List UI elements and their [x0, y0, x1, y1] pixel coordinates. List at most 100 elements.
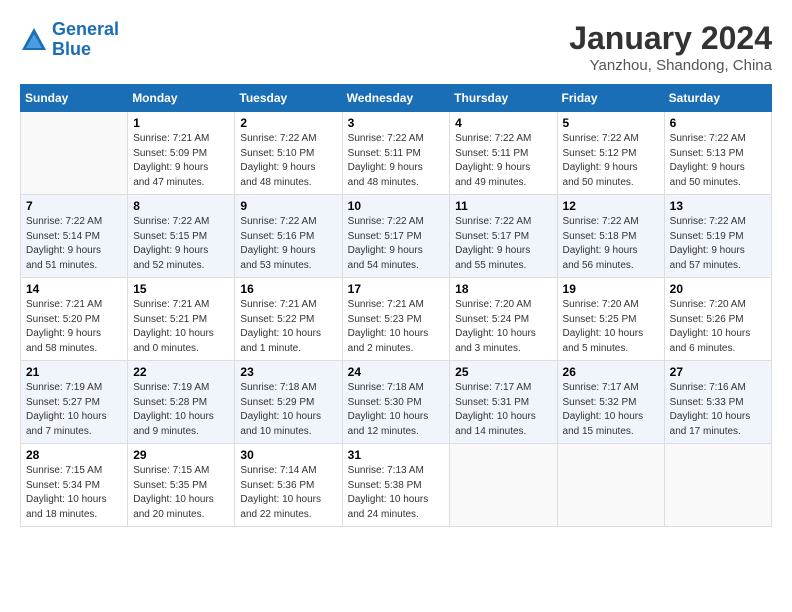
calendar-cell: 6Sunrise: 7:22 AM Sunset: 5:13 PM Daylig… — [664, 112, 771, 195]
week-row-4: 21 Sunrise: 7:19 AM Sunset: 5:27 PM Dayli… — [21, 361, 772, 444]
calendar-cell: 14 Sunrise: 7:21 AM Sunset: 5:20 PM Dayli… — [21, 278, 128, 361]
calendar-cell: 26 Sunrise: 7:17 AM Sunset: 5:32 PM Dayli… — [557, 361, 664, 444]
day-number: 19 — [563, 282, 659, 296]
calendar-cell: 30 Sunrise: 7:14 AM Sunset: 5:36 PM Dayli… — [235, 444, 342, 527]
day-info: Sunrise: 7:17 AM Sunset: 5:32 PM Dayligh… — [563, 381, 659, 439]
calendar-cell: 20 Sunrise: 7:20 AM Sunset: 5:26 PM Dayli… — [664, 278, 771, 361]
calendar-cell: 4Sunrise: 7:22 AM Sunset: 5:11 PM Daylig… — [450, 112, 557, 195]
week-row-1: 1Sunrise: 7:21 AM Sunset: 5:09 PM Daylig… — [21, 112, 772, 195]
day-info: Sunrise: 7:17 AM Sunset: 5:31 PM Dayligh… — [455, 381, 551, 439]
logo-text: General Blue — [52, 20, 119, 60]
calendar-cell: 17 Sunrise: 7:21 AM Sunset: 5:23 PM Dayli… — [342, 278, 450, 361]
day-number: 25 — [455, 365, 551, 379]
day-number: 8 — [133, 199, 229, 213]
calendar-cell: 21 Sunrise: 7:19 AM Sunset: 5:27 PM Dayli… — [21, 361, 128, 444]
day-number: 11 — [455, 199, 551, 213]
calendar-cell: 5Sunrise: 7:22 AM Sunset: 5:12 PM Daylig… — [557, 112, 664, 195]
month-title: January 2024 — [569, 20, 772, 57]
calendar-cell: 18 Sunrise: 7:20 AM Sunset: 5:24 PM Dayli… — [450, 278, 557, 361]
weekday-header-thursday: Thursday — [450, 85, 557, 112]
day-number: 10 — [348, 199, 445, 213]
day-info: Sunrise: 7:19 AM Sunset: 5:28 PM Dayligh… — [133, 381, 229, 439]
day-number: 29 — [133, 448, 229, 462]
calendar-cell: 19Sunrise: 7:20 AM Sunset: 5:25 PM Dayli… — [557, 278, 664, 361]
day-info: Sunrise: 7:14 AM Sunset: 5:36 PM Dayligh… — [240, 464, 336, 522]
day-number: 30 — [240, 448, 336, 462]
logo-icon — [20, 26, 48, 54]
day-info: Sunrise: 7:20 AM Sunset: 5:26 PM Dayligh… — [670, 298, 766, 356]
day-info: Sunrise: 7:20 AM Sunset: 5:24 PM Dayligh… — [455, 298, 551, 356]
day-info: Sunrise: 7:22 AM Sunset: 5:14 PM Dayligh… — [26, 215, 122, 273]
weekday-header-row: SundayMondayTuesdayWednesdayThursdayFrid… — [21, 85, 772, 112]
weekday-header-tuesday: Tuesday — [235, 85, 342, 112]
page-header: General Blue January 2024 Yanzhou, Shand… — [20, 20, 772, 74]
day-number: 15 — [133, 282, 229, 296]
day-number: 28 — [26, 448, 122, 462]
calendar-cell: 12Sunrise: 7:22 AM Sunset: 5:18 PM Dayli… — [557, 195, 664, 278]
day-info: Sunrise: 7:21 AM Sunset: 5:21 PM Dayligh… — [133, 298, 229, 356]
day-info: Sunrise: 7:22 AM Sunset: 5:11 PM Dayligh… — [348, 132, 445, 190]
day-info: Sunrise: 7:22 AM Sunset: 5:11 PM Dayligh… — [455, 132, 551, 190]
day-number: 22 — [133, 365, 229, 379]
week-row-5: 28 Sunrise: 7:15 AM Sunset: 5:34 PM Dayli… — [21, 444, 772, 527]
day-info: Sunrise: 7:18 AM Sunset: 5:30 PM Dayligh… — [348, 381, 445, 439]
location: Yanzhou, Shandong, China — [569, 57, 772, 74]
calendar-cell: 27 Sunrise: 7:16 AM Sunset: 5:33 PM Dayli… — [664, 361, 771, 444]
day-info: Sunrise: 7:21 AM Sunset: 5:20 PM Dayligh… — [26, 298, 122, 356]
day-info: Sunrise: 7:22 AM Sunset: 5:17 PM Dayligh… — [455, 215, 551, 273]
day-info: Sunrise: 7:22 AM Sunset: 5:17 PM Dayligh… — [348, 215, 445, 273]
weekday-header-saturday: Saturday — [664, 85, 771, 112]
calendar-cell: 10 Sunrise: 7:22 AM Sunset: 5:17 PM Dayli… — [342, 195, 450, 278]
calendar-cell: 25 Sunrise: 7:17 AM Sunset: 5:31 PM Dayli… — [450, 361, 557, 444]
day-info: Sunrise: 7:21 AM Sunset: 5:09 PM Dayligh… — [133, 132, 229, 190]
day-number: 3 — [348, 116, 445, 130]
calendar-cell — [450, 444, 557, 527]
title-area: January 2024 Yanzhou, Shandong, China — [569, 20, 772, 74]
day-number: 14 — [26, 282, 122, 296]
day-info: Sunrise: 7:22 AM Sunset: 5:18 PM Dayligh… — [563, 215, 659, 273]
weekday-header-monday: Monday — [128, 85, 235, 112]
day-number: 24 — [348, 365, 445, 379]
weekday-header-wednesday: Wednesday — [342, 85, 450, 112]
day-info: Sunrise: 7:22 AM Sunset: 5:15 PM Dayligh… — [133, 215, 229, 273]
calendar-cell: 29 Sunrise: 7:15 AM Sunset: 5:35 PM Dayli… — [128, 444, 235, 527]
week-row-3: 14 Sunrise: 7:21 AM Sunset: 5:20 PM Dayli… — [21, 278, 772, 361]
day-number: 23 — [240, 365, 336, 379]
day-info: Sunrise: 7:21 AM Sunset: 5:23 PM Dayligh… — [348, 298, 445, 356]
day-info: Sunrise: 7:15 AM Sunset: 5:34 PM Dayligh… — [26, 464, 122, 522]
calendar-cell: 16 Sunrise: 7:21 AM Sunset: 5:22 PM Dayli… — [235, 278, 342, 361]
day-number: 27 — [670, 365, 766, 379]
day-number: 26 — [563, 365, 659, 379]
day-info: Sunrise: 7:22 AM Sunset: 5:10 PM Dayligh… — [240, 132, 336, 190]
day-number: 16 — [240, 282, 336, 296]
day-info: Sunrise: 7:16 AM Sunset: 5:33 PM Dayligh… — [670, 381, 766, 439]
day-number: 20 — [670, 282, 766, 296]
calendar-cell: 9 Sunrise: 7:22 AM Sunset: 5:16 PM Daylig… — [235, 195, 342, 278]
day-number: 17 — [348, 282, 445, 296]
calendar-cell — [21, 112, 128, 195]
week-row-2: 7Sunrise: 7:22 AM Sunset: 5:14 PM Daylig… — [21, 195, 772, 278]
weekday-header-friday: Friday — [557, 85, 664, 112]
calendar-cell: 15 Sunrise: 7:21 AM Sunset: 5:21 PM Dayli… — [128, 278, 235, 361]
day-info: Sunrise: 7:22 AM Sunset: 5:16 PM Dayligh… — [240, 215, 336, 273]
day-info: Sunrise: 7:19 AM Sunset: 5:27 PM Dayligh… — [26, 381, 122, 439]
calendar-table: SundayMondayTuesdayWednesdayThursdayFrid… — [20, 84, 772, 527]
calendar-cell — [664, 444, 771, 527]
day-number: 21 — [26, 365, 122, 379]
calendar-cell: 31Sunrise: 7:13 AM Sunset: 5:38 PM Dayli… — [342, 444, 450, 527]
logo-line1: General — [52, 19, 119, 39]
day-number: 9 — [240, 199, 336, 213]
calendar-cell: 23Sunrise: 7:18 AM Sunset: 5:29 PM Dayli… — [235, 361, 342, 444]
day-number: 31 — [348, 448, 445, 462]
calendar-cell: 13Sunrise: 7:22 AM Sunset: 5:19 PM Dayli… — [664, 195, 771, 278]
calendar-cell — [557, 444, 664, 527]
calendar-cell: 8 Sunrise: 7:22 AM Sunset: 5:15 PM Daylig… — [128, 195, 235, 278]
day-info: Sunrise: 7:22 AM Sunset: 5:12 PM Dayligh… — [563, 132, 659, 190]
calendar-cell: 3 Sunrise: 7:22 AM Sunset: 5:11 PM Daylig… — [342, 112, 450, 195]
day-number: 13 — [670, 199, 766, 213]
day-number: 18 — [455, 282, 551, 296]
day-info: Sunrise: 7:21 AM Sunset: 5:22 PM Dayligh… — [240, 298, 336, 356]
calendar-cell: 28 Sunrise: 7:15 AM Sunset: 5:34 PM Dayli… — [21, 444, 128, 527]
calendar-cell: 2Sunrise: 7:22 AM Sunset: 5:10 PM Daylig… — [235, 112, 342, 195]
day-info: Sunrise: 7:15 AM Sunset: 5:35 PM Dayligh… — [133, 464, 229, 522]
